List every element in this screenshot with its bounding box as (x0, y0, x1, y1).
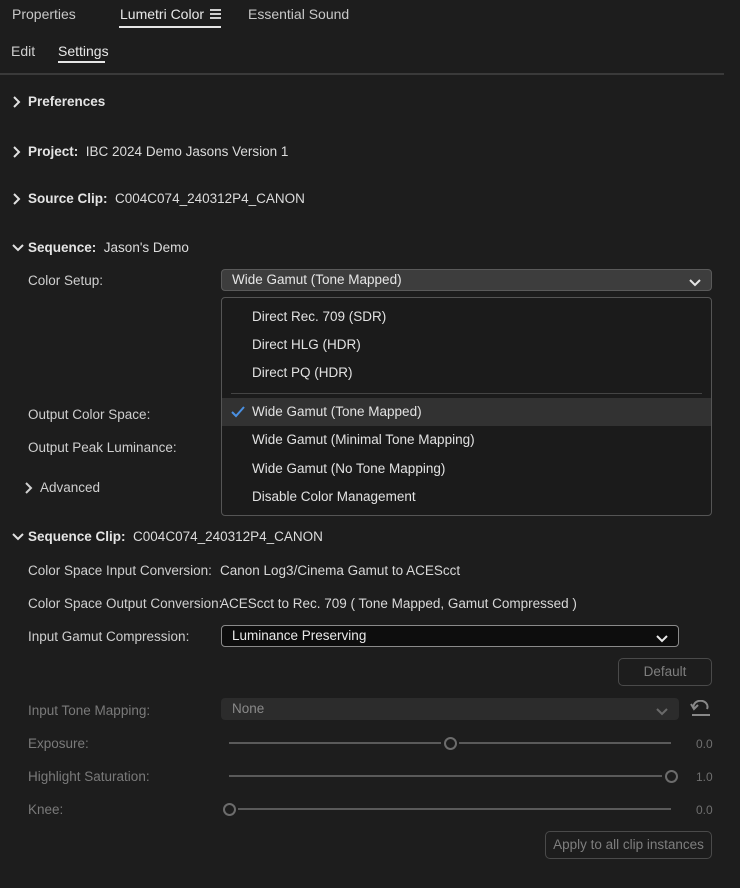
tone-mapping-value: None (232, 701, 265, 716)
section-preferences[interactable]: Preferences (12, 94, 105, 109)
dropdown-option[interactable]: Disable Color Management (222, 483, 711, 511)
hamburger-menu-icon[interactable] (210, 9, 221, 19)
section-source-clip[interactable]: Source Clip: C004C074_240312P4_CANON (12, 191, 305, 206)
section-project[interactable]: Project: IBC 2024 Demo Jasons Version 1 (12, 144, 288, 159)
color-setup-label: Color Setup: (28, 273, 104, 288)
subtab-edit[interactable]: Edit (11, 43, 35, 59)
tab-lumetri-color[interactable]: Lumetri Color (120, 6, 204, 22)
sequence-clip-name: C004C074_240312P4_CANON (133, 529, 323, 544)
exposure-slider-track[interactable] (229, 742, 441, 744)
output-color-space-label: Output Color Space: (28, 407, 151, 422)
dropdown-option-label: Wide Gamut (Tone Mapped) (252, 404, 422, 419)
tone-mapping-label: Input Tone Mapping: (28, 703, 151, 718)
dropdown-option[interactable]: Direct PQ (HDR) (222, 359, 711, 387)
section-title: Preferences (28, 94, 106, 109)
exposure-slider-thumb[interactable] (444, 737, 457, 750)
gamut-compression-label: Input Gamut Compression: (28, 629, 190, 644)
chevron-down-icon (12, 529, 24, 544)
default-button[interactable]: Default (618, 658, 712, 686)
header-divider (0, 73, 724, 75)
reset-icon[interactable] (690, 699, 712, 721)
section-title: Project: (28, 144, 79, 159)
color-setup-value: Wide Gamut (Tone Mapped) (232, 272, 402, 287)
active-subtab-underline (58, 61, 105, 63)
input-conversion-value: Canon Log3/Cinema Gamut to ACEScct (220, 563, 461, 578)
sequence-name: Jason's Demo (103, 240, 189, 255)
project-name: IBC 2024 Demo Jasons Version 1 (85, 144, 289, 159)
chevron-down-icon (656, 631, 668, 646)
color-setup-dropdown: Direct Rec. 709 (SDR) Direct HLG (HDR) D… (221, 297, 712, 516)
section-title: Source Clip: (28, 191, 108, 206)
highlight-saturation-slider-thumb[interactable] (665, 770, 678, 783)
advanced-label: Advanced (40, 480, 101, 495)
section-title: Sequence Clip: (28, 529, 126, 544)
tone-mapping-select[interactable]: None (221, 698, 679, 720)
output-conversion-value: ACEScct to Rec. 709 ( Tone Mapped, Gamut… (220, 596, 577, 611)
chevron-right-icon (24, 480, 36, 495)
chevron-down-icon (689, 275, 701, 290)
checkmark-icon (231, 398, 245, 426)
dropdown-option[interactable]: Direct Rec. 709 (SDR) (222, 303, 711, 331)
gamut-compression-value: Luminance Preserving (232, 628, 367, 643)
highlight-saturation-value[interactable]: 1.0 (696, 770, 713, 784)
chevron-right-icon (12, 144, 24, 159)
highlight-saturation-slider-track[interactable] (229, 775, 662, 777)
section-title: Sequence: (28, 240, 97, 255)
gamut-compression-select[interactable]: Luminance Preserving (221, 625, 679, 647)
tab-properties[interactable]: Properties (12, 6, 76, 22)
exposure-label: Exposure: (28, 736, 89, 751)
exposure-value[interactable]: 0.0 (696, 737, 713, 751)
source-clip-name: C004C074_240312P4_CANON (115, 191, 305, 206)
chevron-down-icon (12, 240, 24, 255)
advanced-toggle[interactable]: Advanced (24, 480, 100, 495)
knee-slider-track[interactable] (238, 808, 671, 810)
exposure-slider-track[interactable] (459, 742, 671, 744)
dropdown-option[interactable]: Wide Gamut (Minimal Tone Mapping) (222, 426, 711, 454)
chevron-right-icon (12, 191, 24, 206)
chevron-right-icon (12, 94, 24, 109)
output-peak-luminance-label: Output Peak Luminance: (28, 440, 177, 455)
apply-to-all-clip-instances-button[interactable]: Apply to all clip instances (545, 831, 712, 859)
chevron-down-icon (656, 704, 668, 719)
dropdown-option-selected[interactable]: Wide Gamut (Tone Mapped) (222, 398, 711, 426)
color-setup-select[interactable]: Wide Gamut (Tone Mapped) (221, 269, 712, 291)
output-conversion-label: Color Space Output Conversion: (28, 596, 223, 611)
section-sequence-clip[interactable]: Sequence Clip: C004C074_240312P4_CANON (12, 529, 323, 544)
highlight-saturation-label: Highlight Saturation: (28, 769, 150, 784)
dropdown-separator (231, 393, 702, 394)
dropdown-option[interactable]: Direct HLG (HDR) (222, 331, 711, 359)
subtab-settings[interactable]: Settings (58, 43, 109, 59)
knee-label: Knee: (28, 802, 64, 817)
tab-essential-sound[interactable]: Essential Sound (248, 6, 349, 22)
section-sequence[interactable]: Sequence: Jason's Demo (12, 240, 189, 255)
knee-slider-thumb[interactable] (223, 803, 236, 816)
input-conversion-label: Color Space Input Conversion: (28, 563, 212, 578)
active-tab-underline (119, 26, 221, 28)
knee-value[interactable]: 0.0 (696, 803, 713, 817)
dropdown-option[interactable]: Wide Gamut (No Tone Mapping) (222, 455, 711, 483)
